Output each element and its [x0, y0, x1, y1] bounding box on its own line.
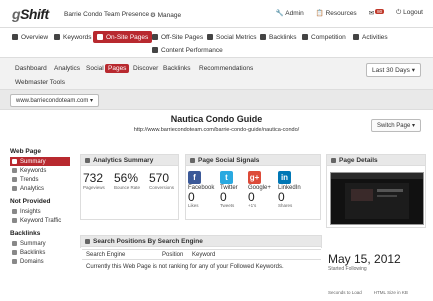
col-search-engine[interactable]: Search Engine	[82, 252, 162, 258]
nav-social-metrics[interactable]: Social Metrics	[203, 31, 260, 43]
pageviews-stat: 732 Pageviews	[83, 171, 105, 190]
link-icon	[12, 250, 17, 255]
admin-link[interactable]: 🔧 Admin	[276, 9, 304, 17]
page-screenshot-thumbnail[interactable]	[330, 172, 424, 225]
no-ranking-message: Currently this Web Page is not ranking f…	[86, 264, 284, 270]
linkedin-icon: in	[278, 171, 291, 184]
top-bar: gShift Barrie Condo Team Presence ⚙ Mana…	[0, 0, 433, 28]
col-position[interactable]: Position	[162, 252, 192, 258]
analytics-icon	[12, 186, 17, 191]
site-bar: www.barriecondoteam.com ▾	[0, 90, 433, 110]
nav-content-performance[interactable]: Content Performance	[148, 44, 227, 56]
date-range-select[interactable]: Last 30 Days ▾	[365, 63, 421, 77]
page-url[interactable]: http://www.barriecondoteam.com/barrie-co…	[0, 127, 433, 133]
twitter-icon: t	[220, 171, 233, 184]
domain-icon	[12, 259, 17, 264]
social-signals-panel: Page Social Signals f Facebook 0 Likes t…	[185, 154, 321, 220]
sidebar-item-keywords[interactable]: Keywords	[10, 166, 70, 175]
sidebar-item-trends[interactable]: Trends	[10, 175, 70, 184]
social-signals-header: Page Social Signals	[186, 155, 320, 166]
tab-analytics[interactable]: Analytics	[51, 64, 83, 73]
main-nav: Overview Keywords On-Site Pages Off-Site…	[0, 28, 433, 58]
sub-nav: Dashboard Analytics Social Pages Discove…	[0, 58, 433, 90]
table-header: Search Engine Position Keyword	[82, 250, 321, 260]
facebook-icon: f	[188, 171, 201, 184]
switch-page-button[interactable]: Switch Page ▾	[370, 119, 421, 132]
check-icon	[353, 34, 359, 40]
tab-recommendations[interactable]: Recommendations	[196, 64, 256, 73]
nav-overview[interactable]: Overview	[8, 31, 52, 43]
home-icon	[12, 34, 18, 40]
nav-onsite-pages[interactable]: On-Site Pages	[93, 31, 153, 43]
seconds-to-load-label: Seconds to Load	[328, 290, 362, 295]
linkedin-signal: in LinkedIn 0 Shares	[278, 171, 301, 208]
tab-discover[interactable]: Discover	[130, 64, 161, 73]
tab-webmaster-tools[interactable]: Webmaster Tools	[12, 78, 68, 87]
sidebar-item-backlinks-summary[interactable]: Summary	[10, 239, 70, 248]
tab-pages[interactable]: Pages	[105, 64, 130, 73]
html-size-label: HTML Size in KB	[373, 290, 408, 295]
tab-dashboard[interactable]: Dashboard	[12, 64, 50, 73]
analytics-summary-panel: Analytics Summary 732 Pageviews 56% Boun…	[80, 154, 179, 220]
chart-icon	[85, 157, 90, 163]
insights-icon	[12, 209, 17, 214]
sidebar-heading-backlinks: Backlinks	[10, 230, 41, 237]
summary-icon	[12, 241, 17, 246]
sidebar-item-keyword-traffic[interactable]: Keyword Traffic	[10, 216, 70, 225]
sidebar-item-domains[interactable]: Domains	[10, 257, 70, 266]
site-select[interactable]: www.barriecondoteam.com ▾	[10, 94, 100, 107]
social-icon	[207, 34, 213, 40]
sidebar-item-insights[interactable]: Insights	[10, 207, 70, 216]
trend-icon	[12, 177, 17, 182]
page-details-header: Page Details	[327, 155, 425, 166]
facebook-signal: f Facebook 0 Likes	[188, 171, 215, 208]
nav-activities[interactable]: Activities	[349, 31, 392, 43]
sidebar-heading-not-provided: Not Provided	[10, 198, 51, 205]
nav-backlinks[interactable]: Backlinks	[256, 31, 300, 43]
top-right-nav: 🔧 Admin 📋 Resources ✉ 80 ⏻ Logout	[276, 9, 423, 17]
googleplus-signal: g+ Google+ 0 +1's	[248, 171, 271, 208]
nav-offsite-pages[interactable]: Off-Site Pages	[148, 31, 207, 43]
tab-social[interactable]: Social	[83, 64, 107, 73]
star-icon	[302, 34, 308, 40]
manage-link[interactable]: ⚙ Manage	[150, 11, 181, 19]
started-following-label: Started Following	[328, 266, 367, 272]
page-detail-metrics: Seconds to Load HTML Size in KB	[328, 290, 408, 295]
sidebar-item-backlinks[interactable]: Backlinks	[10, 248, 70, 257]
search-positions-table: Search Engine Position Keyword Currently…	[82, 249, 321, 274]
conversions-stat: 570 Conversions	[149, 171, 175, 190]
logout-link[interactable]: ⏻ Logout	[396, 9, 423, 17]
tab-backlinks[interactable]: Backlinks	[160, 64, 193, 73]
sidebar: Web Page Summary Keywords Trends Analyti…	[10, 148, 70, 266]
page-icon	[97, 34, 103, 40]
sidebar-item-analytics[interactable]: Analytics	[10, 184, 70, 193]
chart-icon	[152, 47, 158, 53]
page-icon	[331, 157, 336, 163]
notifications-icon[interactable]: ✉ 80	[369, 9, 385, 17]
sidebar-heading-web-page: Web Page	[10, 148, 41, 155]
summary-icon	[12, 159, 17, 164]
search-icon	[12, 218, 17, 223]
key-icon	[12, 168, 17, 173]
nav-competition[interactable]: Competition	[298, 31, 350, 43]
gshift-logo[interactable]: gShift	[12, 6, 49, 22]
started-following-date: May 15, 2012	[328, 252, 401, 266]
search-positions-header: Search Positions By Search Engine	[81, 236, 321, 247]
googleplus-icon: g+	[248, 171, 261, 184]
nav-keywords[interactable]: Keywords	[50, 31, 96, 43]
social-icon	[190, 157, 195, 163]
sidebar-item-summary[interactable]: Summary	[10, 157, 70, 166]
resources-link[interactable]: 📋 Resources	[316, 9, 357, 17]
page-icon	[152, 34, 158, 40]
search-icon	[85, 238, 90, 244]
page-title: Nautica Condo Guide	[170, 114, 263, 124]
org-name: Barrie Condo Team Presence	[64, 11, 150, 18]
key-icon	[54, 34, 60, 40]
link-icon	[260, 34, 266, 40]
twitter-signal: t Twitter 0 Tweets	[220, 171, 238, 208]
search-positions-panel: Search Positions By Search Engine	[80, 235, 322, 248]
col-keyword[interactable]: Keyword	[192, 252, 215, 258]
analytics-summary-header: Analytics Summary	[81, 155, 178, 166]
bounce-rate-stat: 56% Bounce Rate	[114, 171, 141, 190]
